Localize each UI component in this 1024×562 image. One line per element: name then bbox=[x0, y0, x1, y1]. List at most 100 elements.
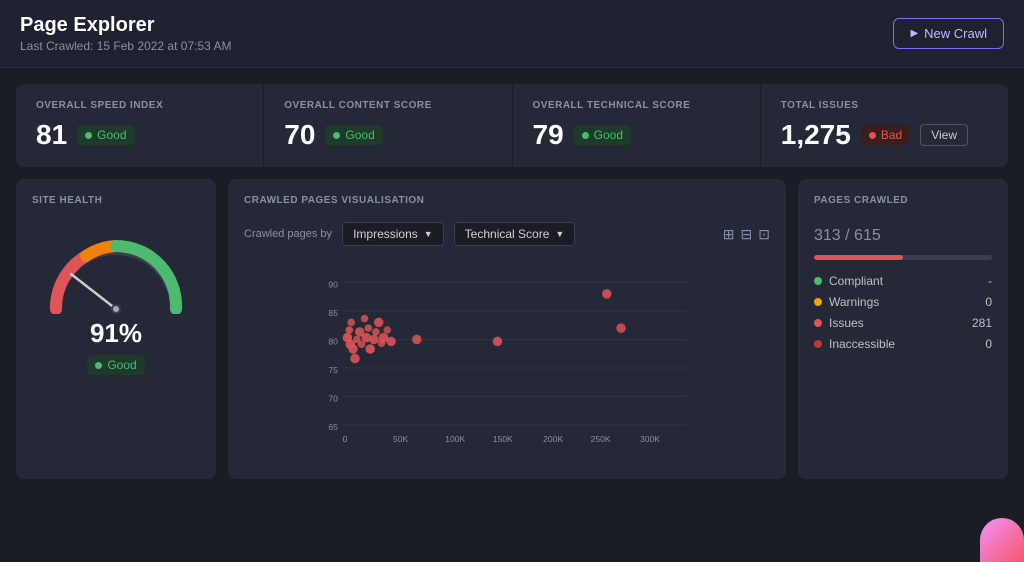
legend-val-warnings: 0 bbox=[985, 295, 992, 309]
metric-speed-index: OVERALL SPEED INDEX 81 Good bbox=[16, 84, 264, 167]
badge-label: Good bbox=[97, 128, 126, 142]
progress-fill bbox=[814, 255, 903, 260]
site-health-title: SITE HEALTH bbox=[32, 195, 102, 206]
legend: Compliant - Warnings 0 Issues 281 bbox=[814, 274, 992, 351]
pages-crawled-value: 313 / 615 bbox=[814, 216, 992, 247]
legend-label-issues: Issues bbox=[829, 316, 864, 330]
gauge-container bbox=[41, 224, 191, 314]
svg-text:70: 70 bbox=[328, 393, 338, 403]
svg-text:90: 90 bbox=[328, 279, 338, 289]
gauge-svg bbox=[41, 224, 191, 314]
pages-crawled-separator: / bbox=[841, 227, 854, 244]
avatar-corner[interactable] bbox=[980, 518, 1024, 562]
badge-label: Good bbox=[107, 358, 136, 372]
pages-crawled-title: PAGES CRAWLED bbox=[814, 195, 992, 206]
pages-crawled-card: PAGES CRAWLED 313 / 615 Compliant - Warn… bbox=[798, 179, 1008, 479]
dropdown-technical-arrow: ▼ bbox=[555, 229, 564, 239]
metric-speed-badge: Good bbox=[77, 125, 134, 145]
legend-item-warnings: Warnings 0 bbox=[814, 295, 992, 309]
metric-technical-badge: Good bbox=[574, 125, 631, 145]
crawled-header: Crawled pages by Impressions ▼ Technical… bbox=[244, 222, 770, 246]
metric-content-score: OVERALL CONTENT SCORE 70 Good bbox=[264, 84, 512, 167]
legend-dot-issues bbox=[814, 319, 822, 327]
metric-content-badge: Good bbox=[325, 125, 382, 145]
badge-label: Good bbox=[345, 128, 374, 142]
site-health-card: SITE HEALTH 91% Good bbox=[16, 179, 216, 479]
crawled-pages-card: CRAWLED PAGES VISUALISATION Crawled page… bbox=[228, 179, 786, 479]
site-health-badge: Good bbox=[87, 355, 144, 375]
badge-dot bbox=[333, 132, 340, 139]
legend-dot-warnings bbox=[814, 298, 822, 306]
svg-text:100K: 100K bbox=[445, 434, 465, 444]
new-crawl-label: New Crawl bbox=[924, 26, 987, 41]
legend-item-issues: Issues 281 bbox=[814, 316, 992, 330]
metric-content-label: OVERALL CONTENT SCORE bbox=[284, 100, 491, 111]
metric-issues-value: 1,275 bbox=[781, 119, 851, 151]
metric-technical-value: 79 bbox=[533, 119, 564, 151]
svg-text:50K: 50K bbox=[393, 434, 409, 444]
legend-item-inaccessible: Inaccessible 0 bbox=[814, 337, 992, 351]
legend-label-warnings: Warnings bbox=[829, 295, 879, 309]
svg-text:65: 65 bbox=[328, 422, 338, 432]
svg-text:150K: 150K bbox=[493, 434, 513, 444]
legend-item-compliant: Compliant - bbox=[814, 274, 992, 288]
metric-content-value: 70 bbox=[284, 119, 315, 151]
badge-dot bbox=[869, 132, 876, 139]
legend-val-issues: 281 bbox=[972, 316, 992, 330]
dropdown-impressions-label: Impressions bbox=[353, 227, 418, 241]
header-left: Page Explorer Last Crawled: 15 Feb 2022 … bbox=[20, 14, 231, 53]
progress-bar bbox=[814, 255, 992, 260]
avatar[interactable] bbox=[980, 518, 1024, 562]
chart-icon-2[interactable]: ⊟ bbox=[741, 226, 753, 243]
svg-text:85: 85 bbox=[328, 308, 338, 318]
page-title: Page Explorer bbox=[20, 14, 231, 37]
svg-text:300K: 300K bbox=[640, 434, 660, 444]
pages-crawled-total: 615 bbox=[854, 227, 881, 244]
view-button[interactable]: View bbox=[920, 124, 968, 146]
legend-dot-compliant bbox=[814, 277, 822, 285]
legend-dot-inaccessible bbox=[814, 340, 822, 348]
metric-speed-value: 81 bbox=[36, 119, 67, 151]
svg-text:75: 75 bbox=[328, 365, 338, 375]
badge-dot bbox=[85, 132, 92, 139]
last-crawled: Last Crawled: 15 Feb 2022 at 07:53 AM bbox=[20, 39, 231, 53]
impressions-dropdown[interactable]: Impressions ▼ bbox=[342, 222, 444, 246]
legend-val-inaccessible: 0 bbox=[985, 337, 992, 351]
metric-issues-value-row: 1,275 Bad View bbox=[781, 119, 988, 151]
legend-val-compliant: - bbox=[988, 274, 992, 288]
bottom-row: SITE HEALTH 91% Good bbox=[16, 179, 1008, 479]
gauge-value: 91% bbox=[90, 318, 142, 349]
play-icon: ▶ bbox=[910, 28, 918, 39]
metric-speed-label: OVERALL SPEED INDEX bbox=[36, 100, 243, 111]
legend-label-inaccessible: Inaccessible bbox=[829, 337, 895, 351]
dropdown-technical-label: Technical Score bbox=[465, 227, 550, 241]
chart-icon-3[interactable]: ⊡ bbox=[758, 226, 770, 243]
badge-dot bbox=[95, 362, 102, 369]
crawled-pages-title: CRAWLED PAGES VISUALISATION bbox=[244, 195, 424, 206]
dropdown-impressions-arrow: ▼ bbox=[424, 229, 433, 239]
badge-label: Bad bbox=[881, 128, 902, 142]
svg-text:0: 0 bbox=[343, 434, 348, 444]
metric-technical-label: OVERALL TECHNICAL SCORE bbox=[533, 100, 740, 111]
metric-issues-badge: Bad bbox=[861, 125, 910, 145]
metric-technical-score: OVERALL TECHNICAL SCORE 79 Good bbox=[513, 84, 761, 167]
svg-text:200K: 200K bbox=[543, 434, 563, 444]
chart-icon-1[interactable]: ⊞ bbox=[723, 226, 735, 243]
metric-issues-label: TOTAL ISSUES bbox=[781, 100, 988, 111]
chart-icons: ⊞ ⊟ ⊡ bbox=[723, 226, 770, 243]
metric-technical-value-row: 79 Good bbox=[533, 119, 740, 151]
metric-content-value-row: 70 Good bbox=[284, 119, 491, 151]
metric-total-issues: TOTAL ISSUES 1,275 Bad View bbox=[761, 84, 1008, 167]
header: Page Explorer Last Crawled: 15 Feb 2022 … bbox=[0, 0, 1024, 68]
technical-score-dropdown[interactable]: Technical Score ▼ bbox=[454, 222, 576, 246]
svg-text:80: 80 bbox=[328, 336, 338, 346]
metrics-row: OVERALL SPEED INDEX 81 Good OVERALL CONT… bbox=[16, 84, 1008, 167]
new-crawl-button[interactable]: ▶ New Crawl bbox=[893, 18, 1004, 49]
badge-dot bbox=[582, 132, 589, 139]
legend-label-compliant: Compliant bbox=[829, 274, 883, 288]
metric-speed-value-row: 81 Good bbox=[36, 119, 243, 151]
svg-text:250K: 250K bbox=[591, 434, 611, 444]
pages-crawled-current: 313 bbox=[814, 227, 841, 244]
crawled-by-label: Crawled pages by bbox=[244, 228, 332, 240]
scatter-chart: 65 70 75 80 85 90 0 50K 100K 150K 200K 2… bbox=[244, 254, 770, 444]
